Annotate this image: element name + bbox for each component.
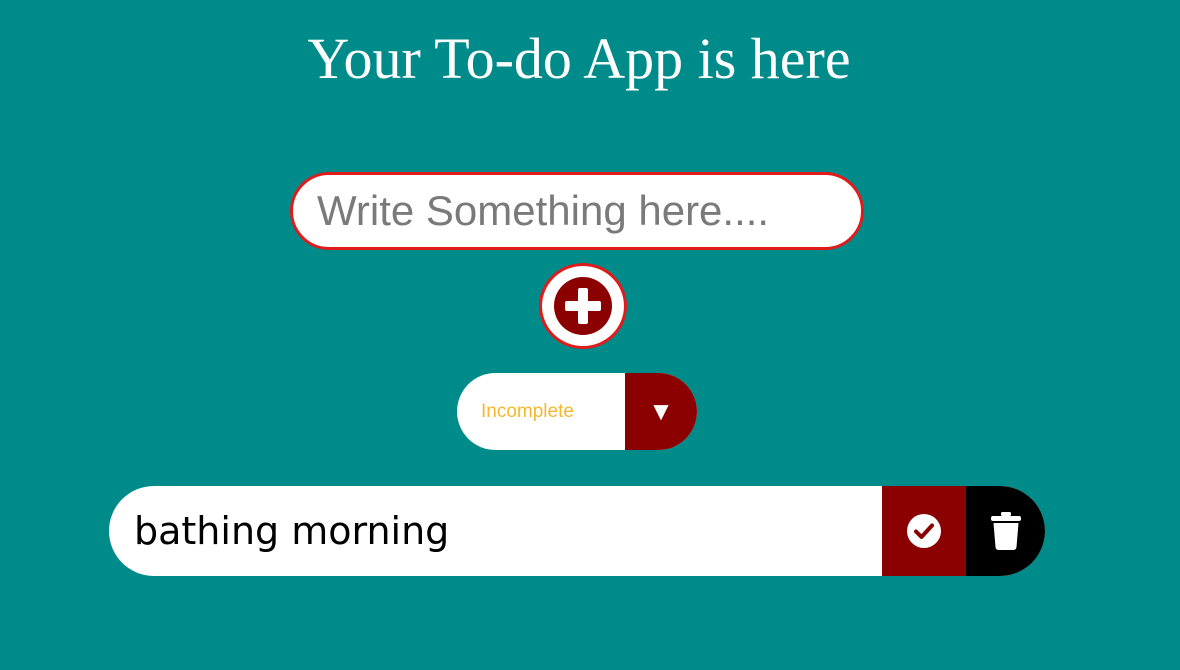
- filter-select[interactable]: Incomplete ▼: [457, 373, 697, 450]
- todo-item: bathing morning: [109, 486, 1045, 576]
- page-title: Your To-do App is here: [307, 26, 851, 91]
- todo-input[interactable]: [290, 172, 864, 250]
- check-circle-icon: [907, 514, 941, 548]
- delete-button[interactable]: [966, 486, 1045, 576]
- trash-icon: [990, 512, 1021, 550]
- chevron-down-icon[interactable]: ▼: [625, 373, 697, 450]
- todo-text: bathing morning: [134, 509, 450, 553]
- complete-button[interactable]: [882, 486, 966, 576]
- plus-circle-icon: [554, 277, 612, 335]
- add-todo-button[interactable]: [539, 263, 627, 349]
- filter-selected-value: Incomplete: [481, 401, 574, 422]
